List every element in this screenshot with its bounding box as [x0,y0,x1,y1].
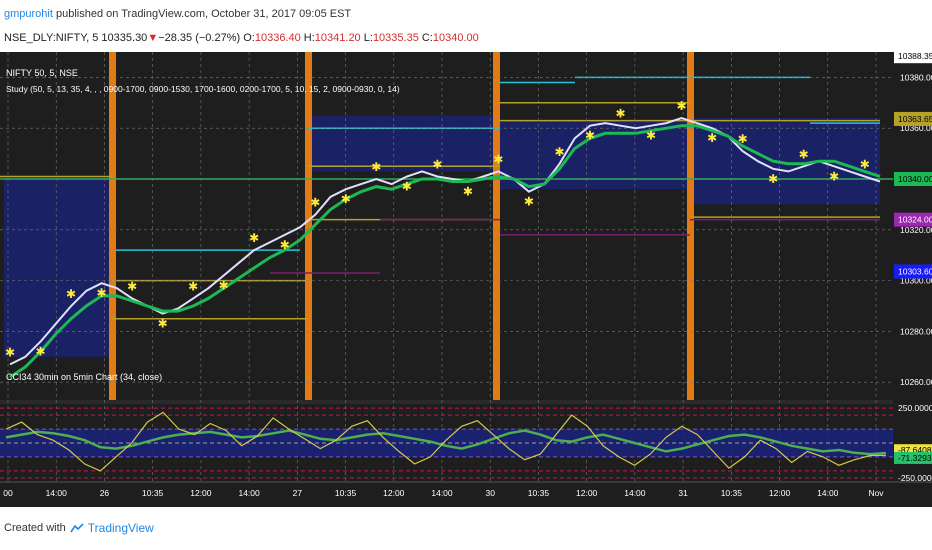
x-tick-label: 12:00 [190,488,212,498]
star-marker: ✱ [677,99,687,113]
x-tick-label: 10:35 [142,488,164,498]
price-pane-background [0,52,932,400]
star-marker: ✱ [219,279,229,293]
y-tick-label: 10380.00 [900,72,932,82]
star-marker: ✱ [371,160,381,174]
x-tick-label: 12:00 [769,488,791,498]
symbol-quote-line: NSE_DLY:NIFTY, 5 10335.30▼−28.35 (−0.27%… [4,32,479,44]
x-tick-label: 27 [293,488,303,498]
high-value: 10341.20 [314,32,361,44]
tradingview-brand[interactable]: TradingView [88,521,154,535]
y-tick-label: 10280.00 [900,326,932,336]
close-value: 10340.00 [432,32,479,44]
last-price: 10335.30 [101,32,148,44]
x-tick-label: 26 [100,488,110,498]
star-marker: ✱ [493,152,503,166]
symbol-label: NSE_DLY:NIFTY, 5 [4,32,99,44]
published-text: published on TradingView.com, October 31… [55,8,352,20]
star-marker: ✱ [707,131,717,145]
star-marker: ✱ [341,192,351,206]
star-marker: ✱ [35,345,45,359]
high-label: H: [303,32,315,44]
x-tick-label: 14:00 [624,488,646,498]
cci-tick-label: 250.0000 [898,403,932,413]
cci-value-tag-label: -71.3293 [898,453,932,463]
price-tag-label: 10388.35 [898,52,932,61]
session-separator [493,52,500,400]
x-tick-label: 12:00 [576,488,598,498]
low-value: 10335.35 [372,32,419,44]
price-pane-title: NIFTY 50, 5, NSE [6,68,78,78]
x-tick-label: 14:00 [238,488,260,498]
price-tag-label: 10340.00 [898,174,932,184]
star-marker: ✱ [860,157,870,171]
x-tick-label: 14:00 [431,488,453,498]
star-marker: ✱ [524,195,534,209]
publisher-username[interactable]: gmpurohit [4,8,53,20]
star-marker: ✱ [738,132,748,146]
star-marker: ✱ [249,231,259,245]
star-marker: ✱ [97,286,107,300]
price-tag-label: 10324.00 [898,215,932,225]
x-tick-label: 00 [3,488,13,498]
star-marker: ✱ [463,185,473,199]
tradingview-logo-icon [70,523,84,533]
open-value: 10336.40 [254,32,301,44]
time-axis-background [0,482,932,507]
session-zone [308,115,500,172]
x-tick-label: 30 [485,488,495,498]
x-tick-label: 12:00 [383,488,405,498]
session-separator [305,52,312,400]
low-label: L: [363,32,373,44]
star-marker: ✱ [432,157,442,171]
publisher-line: gmpurohit published on TradingView.com, … [4,8,351,20]
price-tag-label: 10303.60 [898,266,932,276]
star-marker: ✱ [5,345,15,359]
price-change: −28.35 (−0.27%) [158,32,241,44]
x-tick-label: 14:00 [46,488,68,498]
star-marker: ✱ [188,279,198,293]
x-tick-label: 10:35 [335,488,357,498]
star-marker: ✱ [158,317,168,331]
open-label: O: [243,32,255,44]
x-tick-label: 14:00 [817,488,839,498]
x-tick-label: Nov [868,488,884,498]
chart-area[interactable]: ✱ ✱ ✱ ✱ ✱ ✱ ✱ ✱ ✱ ✱ ✱ ✱ ✱ ✱ ✱ ✱ ✱ ✱ ✱ ✱ ✱ ✱ ✱ ✱ ✱ ✱ ✱ ✱ ✱ 10260.00 10… [0,52,932,507]
star-marker: ✱ [615,107,625,121]
price-tag-label: 10363.65 [898,114,932,124]
close-label: C: [421,32,433,44]
star-marker: ✱ [310,196,320,210]
x-tick-label: 31 [678,488,688,498]
star-marker: ✱ [402,179,412,193]
star-marker: ✱ [829,169,839,183]
star-marker: ✱ [66,287,76,301]
x-tick-label: 10:35 [721,488,743,498]
star-marker: ✱ [280,238,290,252]
session-separator [109,52,116,400]
star-marker: ✱ [554,145,564,159]
star-marker: ✱ [799,147,809,161]
star-marker: ✱ [127,279,137,293]
x-tick-label: 10:35 [528,488,550,498]
study-legend: Study (50, 5, 13, 35, 4, , , 0900-1700, … [6,84,400,94]
star-marker: ✱ [768,172,778,186]
cci-tick-label: -250.0000 [898,473,932,483]
footer: Created with TradingView [4,521,154,535]
star-marker: ✱ [646,129,656,143]
cci-pane-title: CCI34 30min on 5min Chart (34, close) [6,372,162,382]
star-marker: ✱ [585,129,595,143]
down-arrow-icon: ▼ [147,32,159,44]
session-separator [687,52,694,400]
y-tick-label: 10260.00 [900,377,932,387]
created-with-label: Created with [4,522,66,534]
